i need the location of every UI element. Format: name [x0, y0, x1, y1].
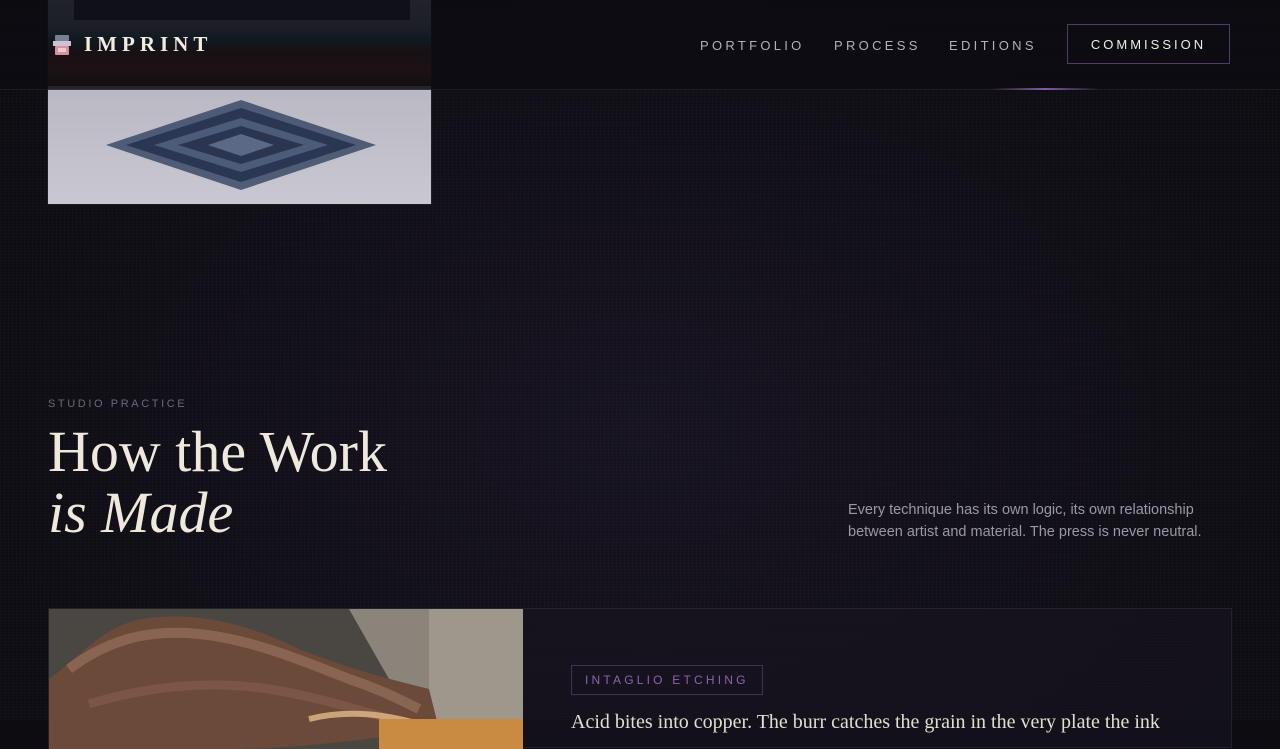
ink-press-icon [53, 34, 71, 55]
cloth-on-plate-illustration [49, 609, 523, 749]
site-header: IMPRINT PORTFOLIO PROCESS EDITIONS COMMI… [0, 0, 1280, 90]
section-intro: Every technique has its own logic, its o… [848, 502, 1202, 540]
brand-name: IMPRINT [84, 32, 213, 56]
technique-card[interactable]: INTAGLIO ETCHING Acid bites into copper.… [48, 608, 1232, 749]
title-line-1: How the Work [48, 419, 387, 484]
technique-description: Acid bites into copper. The burr catches… [571, 711, 1160, 733]
technique-tag: INTAGLIO ETCHING [571, 665, 763, 695]
section-eyebrow: STUDIO PRACTICE [48, 398, 188, 410]
brand-logo[interactable]: IMPRINT [52, 32, 212, 57]
etching-photo [49, 609, 523, 749]
active-nav-glow [990, 88, 1100, 90]
nav-portfolio[interactable]: PORTFOLIO [700, 38, 805, 53]
diamond-print-pattern [106, 100, 376, 190]
nav-editions[interactable]: EDITIONS [949, 38, 1037, 53]
nav-process[interactable]: PROCESS [834, 38, 921, 53]
commission-button[interactable]: COMMISSION [1067, 24, 1230, 64]
section-title: How the Work is Made [48, 421, 387, 543]
title-line-2: is Made [48, 480, 234, 545]
